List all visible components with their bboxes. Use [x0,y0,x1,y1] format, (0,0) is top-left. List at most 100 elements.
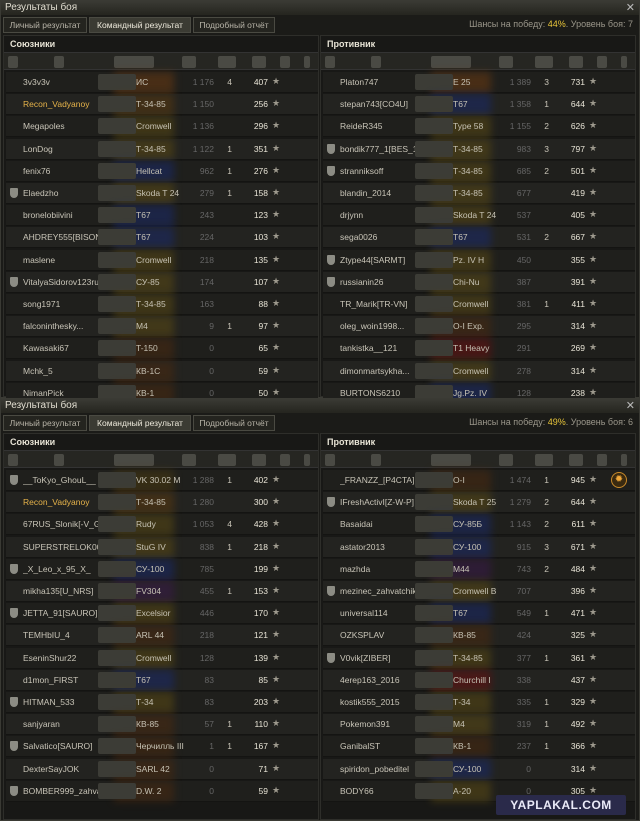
player-row[interactable]: astator2013 СУ-100 915 3 671 ★ [323,536,635,558]
sort-frags-icon[interactable] [252,454,266,466]
player-row[interactable]: TR_Marik[TR-VN] Cromwell 381 1 411 ★ [323,294,635,315]
player-row[interactable]: sanjyaran КВ-85 57 1 110 ★ [6,714,318,736]
sort-frags-icon[interactable] [252,56,266,68]
player-row[interactable]: VitalyaSidorov123rus СУ-85 174 107 ★ [6,271,318,293]
player-row[interactable]: bronelobiivini T67 243 123 ★ [6,205,318,227]
player-row[interactable]: AHDREY555[BISON] T67 224 103 ★ [6,227,318,249]
player-row[interactable]: stepan743[CO4U] T67 1 358 1 644 ★ [323,94,635,116]
player-row[interactable]: mikha135[U_NRS] FV304 455 1 153 ★ [6,581,318,602]
player-row[interactable]: sega0026 T67 531 2 667 ★ [323,227,635,249]
player-row[interactable]: SUPERSTRELOK001... StuG IV 838 1 218 ★ [6,536,318,558]
star-icon: ★ [589,718,598,729]
sort-clan-icon[interactable] [325,454,335,466]
sort-xp-icon[interactable] [597,454,607,466]
sort-vehicle-type-icon[interactable] [182,454,196,466]
player-row[interactable]: bondik777_1[BES_1] Т-34-85 983 3 797 ★ [323,138,635,160]
player-row[interactable]: IFreshActivI[Z-W-P] Skoda T 25 1 279 2 644 ★ [323,492,635,514]
player-row[interactable]: LonDog Т-34-85 1 122 1 351 ★ [6,138,318,160]
sort-player-icon[interactable] [54,56,64,68]
player-row[interactable]: blandin_2014 Т-34-85 677 419 ★ [323,183,635,204]
sort-xp-icon[interactable] [280,454,290,466]
player-row[interactable]: spiridon_pobeditel СУ-100 0 314 ★ [323,758,635,780]
player-row[interactable]: JETTA_91[SAURO] Excelsior 446 170 ★ [6,603,318,625]
sort-status-icon[interactable] [621,454,627,466]
player-row[interactable]: TEMHbIU_4 ARL 44 218 121 ★ [6,625,318,647]
sort-frags-icon[interactable] [569,454,583,466]
player-row[interactable]: DexterSayJOK SARL 42 0 71 ★ [6,758,318,780]
player-row[interactable]: Recon_Vadyanoy Т-34-85 1 280 300 ★ [6,492,318,514]
sort-frags-icon[interactable] [569,56,583,68]
player-row[interactable]: tankistka__121 T1 Heavy 291 269 ★ [323,338,635,360]
sort-xp-icon[interactable] [597,56,607,68]
player-row[interactable]: kostik555_2015 Т-34 335 1 329 ★ [323,692,635,713]
player-row[interactable]: oleg_woin1998... O-I Exp. 295 314 ★ [323,316,635,338]
sort-tank-icon[interactable] [431,454,471,466]
sort-damage-icon[interactable] [535,454,553,466]
player-row[interactable]: maslene Cromwell 218 135 ★ [6,249,318,271]
sort-damage-icon[interactable] [218,454,236,466]
sort-xp-icon[interactable] [280,56,290,68]
player-row[interactable]: d1mon_FIRST T67 83 85 ★ [6,669,318,691]
player-row[interactable]: BOMBER999_zahvat... D.W. 2 0 59 ★ [6,780,318,802]
sort-vehicle-type-icon[interactable] [182,56,196,68]
tab-personal[interactable]: Личный результат [3,17,87,33]
player-row[interactable]: Ztype44[SARMT] Pz. IV H 450 355 ★ [323,249,635,271]
player-row[interactable]: Pokemon391 M4 319 1 492 ★ [323,714,635,736]
player-row[interactable]: _X_Leo_x_95_X_ СУ-100 785 199 ★ [6,558,318,580]
player-row[interactable]: dimonmartsykha... Cromwell 278 314 ★ [323,360,635,382]
sort-clan-icon[interactable] [325,56,335,68]
player-row[interactable]: V0vik[ZIBER] Т-34-85 377 1 361 ★ [323,647,635,669]
player-row[interactable]: stranniksoff Т-34-85 685 2 501 ★ [323,160,635,182]
player-row[interactable]: Basaidai СУ-85Б 1 143 2 611 ★ [323,514,635,536]
player-row[interactable]: fenix76 Hellcat 962 1 276 ★ [6,160,318,182]
sort-tank-icon[interactable] [431,56,471,68]
player-row[interactable]: 4erep163_2016 Churchill I 338 437 ★ [323,669,635,691]
player-row[interactable]: mezinec_zahvatchik Cromwell B 707 396 ★ [323,581,635,602]
tab-detailed[interactable]: Подробный отчёт [193,17,275,33]
sort-tank-icon[interactable] [114,56,154,68]
player-row[interactable]: drjynn Skoda T 24 537 405 ★ [323,205,635,227]
player-row[interactable]: Recon_Vadyanoy Т-34-85 1 150 256 ★ [6,94,318,116]
tab-detailed[interactable]: Подробный отчёт [193,415,275,431]
sort-vehicle-type-icon[interactable] [499,454,513,466]
player-row[interactable]: __ToKyo_GhouL__ VK 30.02 M1 288 1 402 ★ [6,470,318,491]
player-row[interactable]: HITMAN_533 Т-34 83 203 ★ [6,692,318,713]
tab-team[interactable]: Командный результат [89,415,191,431]
player-row[interactable]: GanibalST КВ-1 237 1 366 ★ [323,736,635,758]
player-row[interactable]: song1971 Т-34-85 163 88 ★ [6,294,318,315]
tab-personal[interactable]: Личный результат [3,415,87,431]
player-row[interactable]: Mchk_5 КВ-1С 0 59 ★ [6,360,318,382]
sort-clan-icon[interactable] [8,454,18,466]
player-row[interactable]: 3v3v3v ИС 1 176 4 407 ★ [6,72,318,93]
player-row[interactable]: Kawasaki67 T-150 0 65 ★ [6,338,318,360]
player-row[interactable]: russianin26 Chi-Nu 387 391 ★ [323,271,635,293]
player-row[interactable]: universal114 T67 549 1 471 ★ [323,603,635,625]
tank-icon [415,716,453,733]
tank-icon [415,671,453,688]
player-row[interactable]: Elaedzho Skoda T 24 279 1 158 ★ [6,183,318,204]
sort-status-icon[interactable] [304,454,310,466]
sort-status-icon[interactable] [304,56,310,68]
player-row[interactable]: mazhda M44 743 2 484 ★ [323,558,635,580]
player-row[interactable]: Megapoles Cromwell 1 136 296 ★ [6,116,318,138]
sort-player-icon[interactable] [54,454,64,466]
player-row[interactable]: EseninShur22 Cromwell 128 139 ★ [6,647,318,669]
close-icon[interactable]: ✕ [626,1,635,15]
player-row[interactable]: ReideR345 Type 58 1 155 2 626 ★ [323,116,635,138]
sort-vehicle-type-icon[interactable] [499,56,513,68]
sort-clan-icon[interactable] [8,56,18,68]
player-row[interactable]: falconinthesky... M4 9 1 97 ★ [6,316,318,338]
sort-player-icon[interactable] [371,454,381,466]
sort-damage-icon[interactable] [535,56,553,68]
sort-status-icon[interactable] [621,56,627,68]
player-row[interactable]: OZKSPLAV КВ-85 424 325 ★ [323,625,635,647]
player-row[interactable]: Platon747 E 25 1 389 3 731 ★ [323,72,635,93]
close-icon[interactable]: ✕ [626,399,635,413]
sort-tank-icon[interactable] [114,454,154,466]
sort-player-icon[interactable] [371,56,381,68]
tab-team[interactable]: Командный результат [89,17,191,33]
player-row[interactable]: Salvatico[SAURO] Черчилль III 1 1 167 ★ [6,736,318,758]
player-row[interactable]: 67RUS_Slonik[-V_G-] Rudy 1 053 4 428 ★ [6,514,318,536]
player-row[interactable]: _FRANZZ_[P4CTA] O-I 1 474 1 945 ★ ✹ [323,470,635,491]
sort-damage-icon[interactable] [218,56,236,68]
